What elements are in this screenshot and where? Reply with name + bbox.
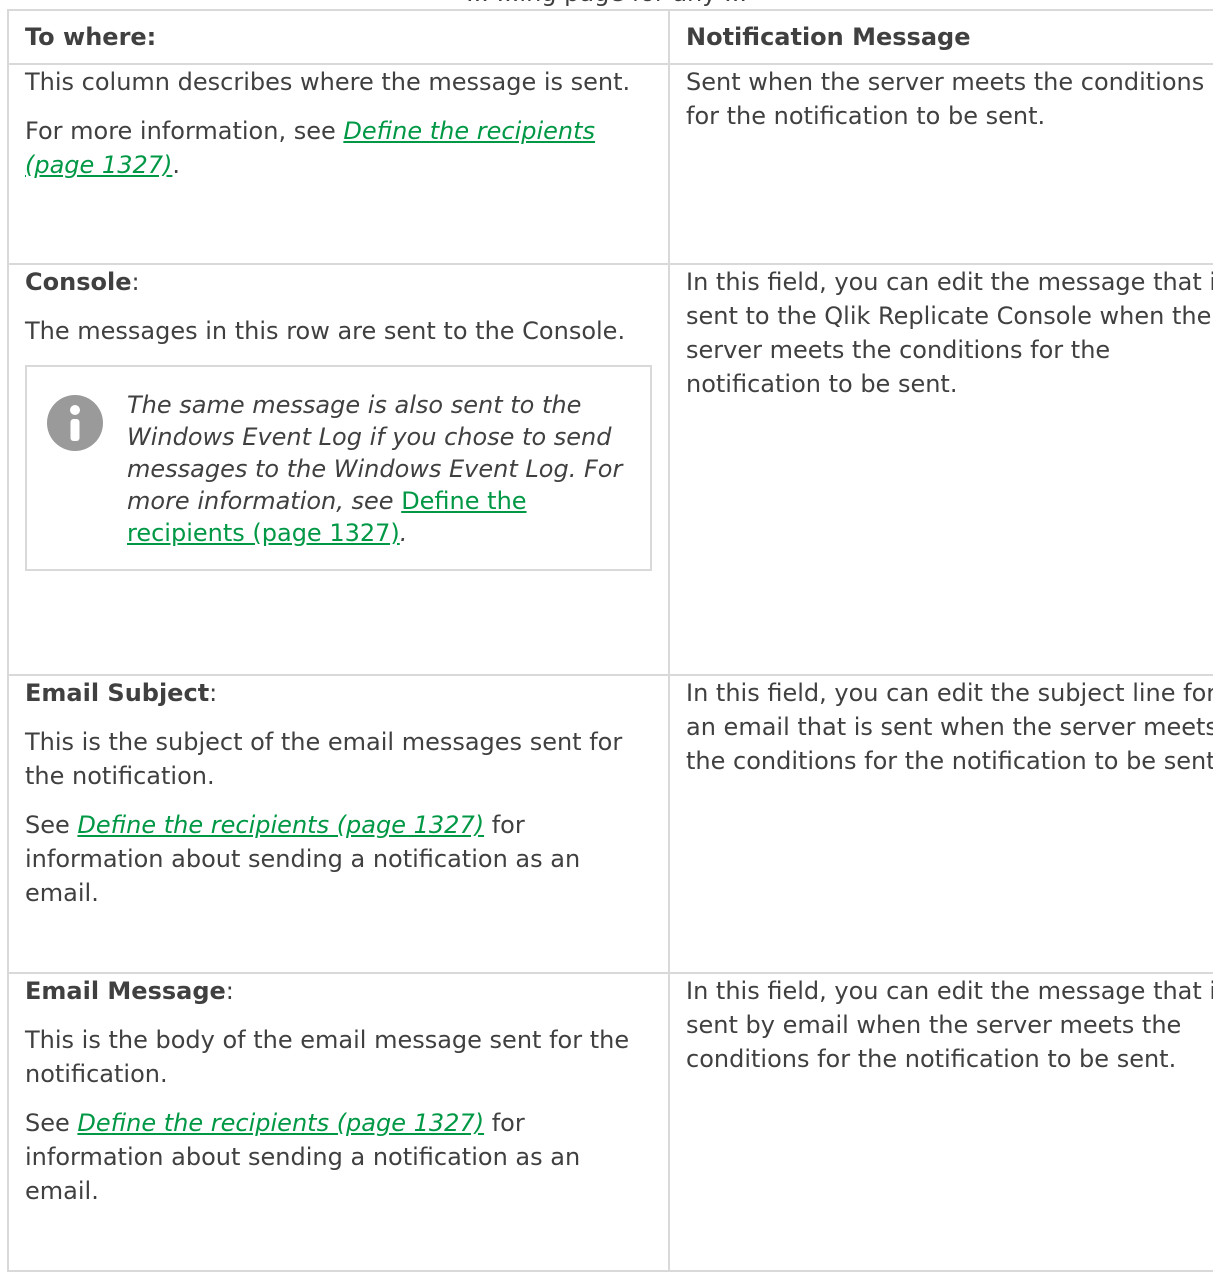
row-title: Email Subject: <box>25 676 652 710</box>
message-description: Sent when the server meets the condition… <box>686 68 1205 130</box>
cell-notification-message: Sent when the server meets the condition… <box>668 63 1213 265</box>
row-title-suffix: : <box>225 977 234 1005</box>
define-recipients-link[interactable]: Define the recipients (page 1327) <box>77 811 484 839</box>
more-info-prefix: See <box>25 811 78 839</box>
header-notification-message: Notification Message <box>668 9 1213 65</box>
table-row: Email Message: This is the body of the e… <box>7 972 1213 1272</box>
cell-to-where: Console: The messages in this row are se… <box>7 263 670 676</box>
row-title-suffix: : <box>131 268 140 296</box>
message-description: In this field, you can edit the message … <box>686 268 1213 398</box>
header-to-where: To where: <box>7 9 670 65</box>
table-header-row: To where: Notification Message <box>7 9 1213 65</box>
table-row: Console: The messages in this row are se… <box>7 263 1213 676</box>
row-title-suffix: : <box>209 679 218 707</box>
cell-to-where: This column describes where the message … <box>7 63 670 265</box>
row-description: The messages in this row are sent to the… <box>25 317 626 345</box>
table-row: Email Subject: This is the subject of th… <box>7 674 1213 974</box>
define-recipients-link[interactable]: Define the recipients (page 1327) <box>77 1109 484 1137</box>
row-more-info: See Define the recipients (page 1327) fo… <box>25 1106 652 1208</box>
row-description: This is the subject of the email message… <box>25 728 623 790</box>
note-suffix: . <box>399 519 408 547</box>
row-description: This column describes where the message … <box>25 68 631 96</box>
note-text: The same message is also sent to the Win… <box>127 389 630 549</box>
row-title: Email Message: <box>25 974 652 1008</box>
table-row: This column describes where the message … <box>7 63 1213 265</box>
cell-to-where: Email Message: This is the body of the e… <box>7 972 670 1272</box>
row-title-label: Console <box>25 268 132 296</box>
cell-notification-message: In this field, you can edit the message … <box>668 972 1213 1272</box>
info-icon <box>47 395 103 451</box>
note-body: The same message is also sent to the Win… <box>127 391 623 515</box>
cell-to-where: Email Subject: This is the subject of th… <box>7 674 670 974</box>
more-info-prefix: For more information, see <box>25 117 344 145</box>
row-title: Console: <box>25 265 652 299</box>
note-box: The same message is also sent to the Win… <box>25 365 652 571</box>
cell-notification-message: In this field, you can edit the message … <box>668 263 1213 676</box>
message-description: In this field, you can edit the subject … <box>686 679 1213 775</box>
row-more-info: For more information, see Define the rec… <box>25 114 652 182</box>
row-description: This is the body of the email message se… <box>25 1026 630 1088</box>
cell-notification-message: In this field, you can edit the subject … <box>668 674 1213 974</box>
message-description: In this field, you can edit the message … <box>686 977 1213 1073</box>
row-more-info: See Define the recipients (page 1327) fo… <box>25 808 652 910</box>
notification-table: To where: Notification Message This colu… <box>7 9 1213 1272</box>
more-info-prefix: See <box>25 1109 78 1137</box>
more-info-suffix: . <box>172 151 181 179</box>
row-title-label: Email Message <box>25 977 226 1005</box>
row-title-label: Email Subject <box>25 679 210 707</box>
